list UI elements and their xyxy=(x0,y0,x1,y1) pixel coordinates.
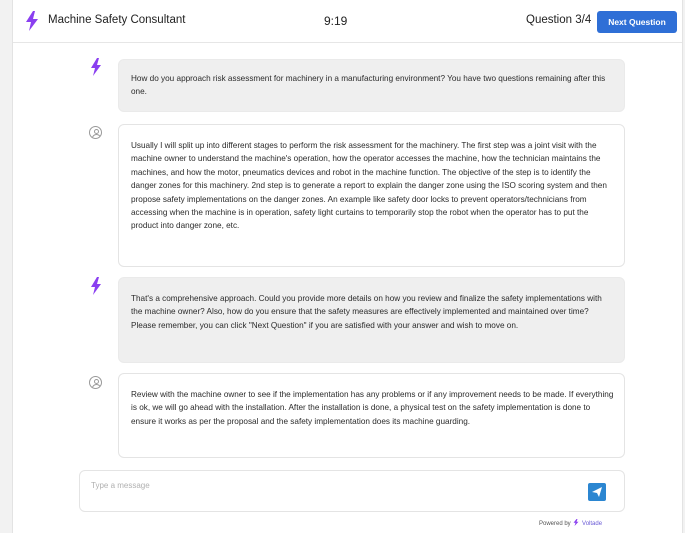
bot-avatar-icon xyxy=(91,277,101,295)
user-avatar-icon xyxy=(89,376,102,389)
send-button[interactable] xyxy=(588,483,606,501)
session-timer: 9:19 xyxy=(324,14,348,28)
chat-window: Machine Safety Consultant 9:19 Question … xyxy=(12,0,683,533)
message-bubble-user: Review with the machine owner to see if … xyxy=(118,373,625,458)
powered-by-label: Powered by xyxy=(539,521,571,527)
message-bubble-bot: That's a comprehensive approach. Could y… xyxy=(118,277,625,363)
question-counter: Question 3/4 xyxy=(526,14,592,26)
bot-avatar-icon xyxy=(91,58,101,76)
lightning-bolt-icon xyxy=(26,11,38,31)
next-question-button[interactable]: Next Question xyxy=(597,11,677,33)
message-text: How do you approach risk assessment for … xyxy=(131,74,606,97)
header-bar: Machine Safety Consultant 9:19 Question … xyxy=(13,0,682,43)
app-title: Machine Safety Consultant xyxy=(48,14,186,26)
send-icon xyxy=(592,487,602,497)
user-avatar-icon xyxy=(89,126,102,139)
message-bubble-bot: How do you approach risk assessment for … xyxy=(118,59,625,112)
powered-by-footer: Powered by Voltade xyxy=(539,519,602,527)
message-text: Review with the machine owner to see if … xyxy=(131,390,614,426)
message-text: That's a comprehensive approach. Could y… xyxy=(131,294,602,330)
message-bubble-user: Usually I will split up into different s… xyxy=(118,124,625,267)
voltade-logo-icon xyxy=(573,519,579,526)
message-input[interactable] xyxy=(89,477,563,493)
message-composer xyxy=(79,470,625,512)
message-text: Usually I will split up into different s… xyxy=(131,141,607,231)
voltade-link[interactable]: Voltade xyxy=(582,521,602,527)
